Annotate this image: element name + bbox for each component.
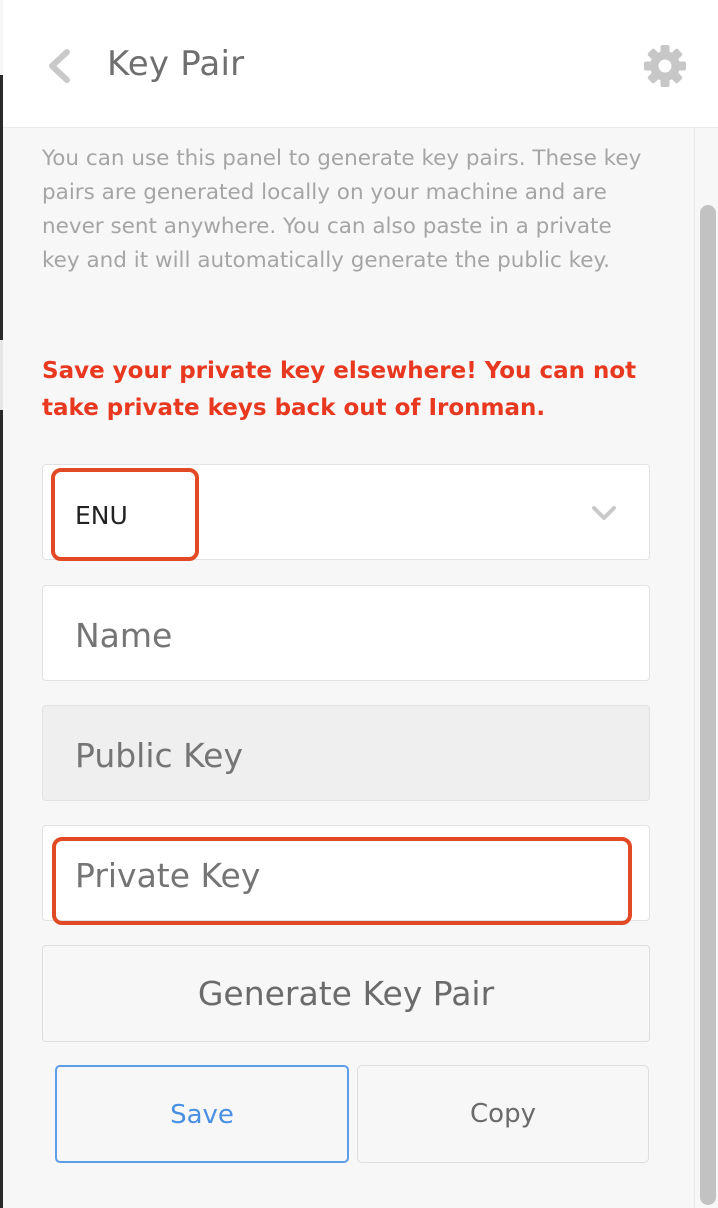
copy-button[interactable]: Copy [357,1065,649,1163]
generate-key-pair-button[interactable]: Generate Key Pair [42,945,650,1042]
page-title: Key Pair [107,44,245,84]
gear-icon[interactable] [643,44,687,88]
panel-description: You can use this panel to generate key p… [42,146,642,273]
network-select[interactable]: ENU [42,464,650,560]
chevron-left-icon[interactable] [43,46,75,86]
scrollbar-thumb[interactable] [700,205,716,1205]
public-key-field: Public Key [42,705,650,801]
network-select-value: ENU [75,501,128,530]
name-field[interactable]: Name [42,585,650,681]
public-key-field-placeholder: Public Key [75,736,243,775]
warning-message: Save your private key elsewhere! You can… [42,358,637,421]
name-field-placeholder: Name [75,616,173,655]
panel-header: Key Pair [3,0,718,128]
private-key-field-placeholder: Private Key [75,856,261,895]
chevron-down-icon [592,506,616,520]
save-button[interactable]: Save [55,1065,349,1163]
key-pair-panel: Key Pair You can use this panel to gener… [0,0,718,1208]
private-key-field[interactable]: Private Key [42,825,650,921]
